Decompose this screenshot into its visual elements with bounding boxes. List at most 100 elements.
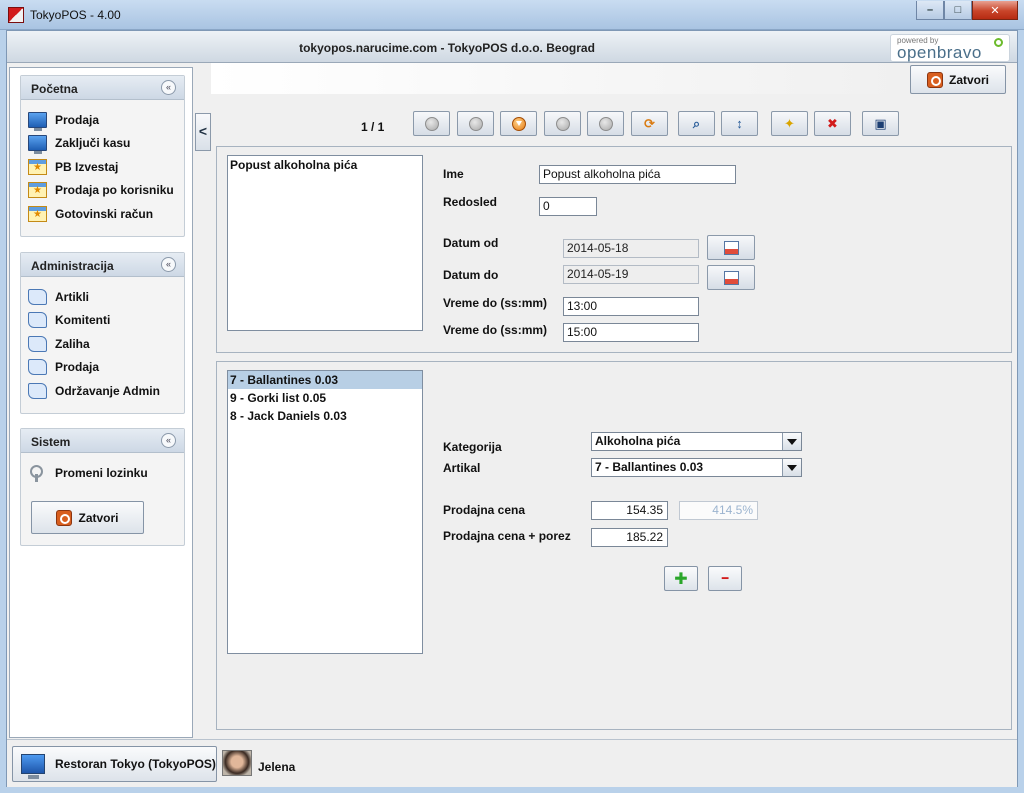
delete-record-button[interactable]: ✖ bbox=[814, 111, 851, 136]
sidebar-item-prodaja-po-korisniku[interactable]: Prodaja po korisniku bbox=[28, 179, 184, 203]
delete-icon: ✖ bbox=[827, 115, 838, 131]
monitor-icon bbox=[21, 754, 45, 779]
section-header[interactable]: Sistem « bbox=[21, 429, 184, 453]
kategorija-label: Kategorija bbox=[443, 440, 502, 454]
previous-record-button[interactable] bbox=[457, 111, 494, 136]
vreme-od-label: Vreme do (ss:mm) bbox=[443, 296, 548, 310]
sidebar-item-label: Prodaja bbox=[55, 360, 100, 375]
collapse-section-icon[interactable]: « bbox=[161, 433, 176, 448]
kategorija-value: Alkoholna pića bbox=[595, 434, 681, 448]
status-bar: Restoran Tokyo (TokyoPOS) Jelena bbox=[7, 739, 1017, 787]
add-product-button[interactable]: ✚ bbox=[664, 566, 698, 591]
report-icon bbox=[28, 182, 47, 199]
vreme-do-label: Vreme do (ss:mm) bbox=[443, 323, 548, 337]
chevron-down-icon[interactable] bbox=[782, 433, 801, 450]
sidebar-item-promeni-lozinku[interactable]: Promeni lozinku bbox=[28, 461, 184, 485]
new-record-button[interactable]: ✦ bbox=[771, 111, 808, 136]
sidebar-item-zaliha[interactable]: Zaliha bbox=[28, 332, 184, 356]
sidebar-item-odrzavanje-admin[interactable]: Održavanje Admin bbox=[28, 379, 184, 403]
sidebar-item-prodaja[interactable]: Prodaja bbox=[28, 108, 184, 132]
close-window-button[interactable]: ✕ bbox=[972, 1, 1018, 20]
vreme-od-field[interactable]: 13:00 bbox=[563, 297, 699, 316]
sidebar-item-label: Prodaja po korisniku bbox=[55, 183, 174, 198]
datum-do-calendar-button[interactable] bbox=[707, 265, 755, 290]
save-record-button[interactable]: ▣ bbox=[862, 111, 899, 136]
products-panel: 7 - Ballantines 0.03 9 - Gorki list 0.05… bbox=[216, 361, 1012, 730]
collapse-section-icon[interactable]: « bbox=[161, 80, 176, 95]
title-bar: TokyoPOS - 4.00 – □ ✕ bbox=[0, 0, 1024, 30]
sidebar-item-label: Promeni lozinku bbox=[55, 465, 148, 480]
section-header[interactable]: Administracija « bbox=[21, 253, 184, 277]
collapse-sidebar-button[interactable]: < bbox=[195, 113, 211, 151]
record-dropdown-button[interactable] bbox=[500, 111, 537, 136]
section-title: Početna bbox=[31, 82, 78, 96]
products-list[interactable]: 7 - Ballantines 0.03 9 - Gorki list 0.05… bbox=[227, 370, 423, 654]
sidebar-item-pb-izvestaj[interactable]: PB Izvestaj bbox=[28, 155, 184, 179]
chevron-down-icon[interactable] bbox=[782, 459, 801, 476]
search-button[interactable]: ⌕ bbox=[678, 111, 715, 136]
list-item[interactable]: 9 - Gorki list 0.05 bbox=[228, 389, 422, 407]
book-icon bbox=[28, 359, 47, 376]
kategorija-select[interactable]: Alkoholna pića bbox=[591, 432, 802, 451]
section-title: Sistem bbox=[31, 435, 71, 449]
record-pager: 1 / 1 bbox=[361, 120, 385, 134]
prodajna-cena-label: Prodajna cena bbox=[443, 503, 526, 517]
ime-field[interactable]: Popust alkoholna pića bbox=[539, 165, 736, 184]
ime-label: Ime bbox=[443, 167, 464, 181]
search-icon: ⌕ bbox=[692, 115, 701, 131]
redosled-label: Redosled bbox=[443, 195, 498, 209]
section-header[interactable]: Početna « bbox=[21, 76, 184, 100]
refresh-button[interactable]: ⟳ bbox=[631, 111, 668, 136]
top-close-button[interactable]: Zatvori bbox=[910, 65, 1006, 94]
next-record-button[interactable] bbox=[544, 111, 581, 136]
restaurant-label: Restoran Tokyo (TokyoPOS) bbox=[55, 757, 216, 771]
artikal-label: Artikal bbox=[443, 461, 481, 475]
markup-percent-field: 414.5% bbox=[679, 501, 758, 520]
sidebar-item-komitenti[interactable]: Komitenti bbox=[28, 309, 184, 333]
sort-icon: ↕ bbox=[736, 116, 743, 131]
book-icon bbox=[28, 288, 47, 305]
report-icon bbox=[28, 158, 47, 175]
sidebar-item-prodaja-admin[interactable]: Prodaja bbox=[28, 356, 184, 380]
sidebar-item-zakljuci-kasu[interactable]: Zaključi kasu bbox=[28, 132, 184, 156]
redosled-field[interactable]: 0 bbox=[539, 197, 597, 216]
remove-product-button[interactable]: ━ bbox=[708, 566, 742, 591]
sidebar-item-label: Zaključi kasu bbox=[55, 136, 131, 151]
logo-wordmark: openbravo bbox=[897, 43, 982, 62]
discount-list[interactable]: Popust alkoholna pića bbox=[227, 155, 423, 331]
maximize-button[interactable]: □ bbox=[944, 1, 972, 20]
prodajna-cena-porez-field[interactable]: 185.22 bbox=[591, 528, 668, 547]
artikal-select[interactable]: 7 - Ballantines 0.03 bbox=[591, 458, 802, 477]
sidebar-close-label: Zatvori bbox=[78, 510, 119, 525]
datum-od-label: Datum od bbox=[443, 236, 499, 250]
datum-od-calendar-button[interactable] bbox=[707, 235, 755, 260]
refresh-icon: ⟳ bbox=[644, 115, 655, 131]
save-icon: ▣ bbox=[874, 115, 887, 131]
section-administracija: Administracija « Artikli Komitenti Zalih… bbox=[20, 252, 185, 414]
first-record-button[interactable] bbox=[413, 111, 450, 136]
restaurant-button[interactable]: Restoran Tokyo (TokyoPOS) bbox=[12, 746, 217, 782]
header-title: tokyopos.narucime.com - TokyoPOS d.o.o. … bbox=[299, 41, 595, 55]
minimize-button[interactable]: – bbox=[916, 1, 944, 20]
key-icon bbox=[28, 464, 47, 482]
list-item[interactable]: 7 - Ballantines 0.03 bbox=[228, 371, 422, 389]
sort-button[interactable]: ↕ bbox=[721, 111, 758, 136]
app-client-area: tokyopos.narucime.com - TokyoPOS d.o.o. … bbox=[6, 30, 1018, 787]
vreme-do-field[interactable]: 15:00 bbox=[563, 323, 699, 342]
sidebar-close-button[interactable]: Zatvori bbox=[31, 501, 144, 534]
book-icon bbox=[28, 312, 47, 329]
sidebar-item-label: Održavanje Admin bbox=[55, 383, 160, 398]
next-icon bbox=[556, 117, 570, 131]
sidebar-item-artikli[interactable]: Artikli bbox=[28, 285, 184, 309]
collapse-section-icon[interactable]: « bbox=[161, 257, 176, 272]
section-sistem: Sistem « Promeni lozinku Zatvori bbox=[20, 428, 185, 546]
datum-od-field: 2014-05-18 bbox=[563, 239, 699, 258]
header-bar: tokyopos.narucime.com - TokyoPOS d.o.o. … bbox=[7, 31, 1017, 63]
datum-do-field: 2014-05-19 bbox=[563, 265, 699, 284]
sidebar-item-gotovinski-racun[interactable]: Gotovinski račun bbox=[28, 202, 184, 226]
list-item[interactable]: Popust alkoholna pića bbox=[228, 156, 422, 174]
prodajna-cena-field[interactable]: 154.35 bbox=[591, 501, 668, 520]
last-record-button[interactable] bbox=[587, 111, 624, 136]
power-icon bbox=[56, 509, 73, 526]
list-item[interactable]: 8 - Jack Daniels 0.03 bbox=[228, 407, 422, 425]
